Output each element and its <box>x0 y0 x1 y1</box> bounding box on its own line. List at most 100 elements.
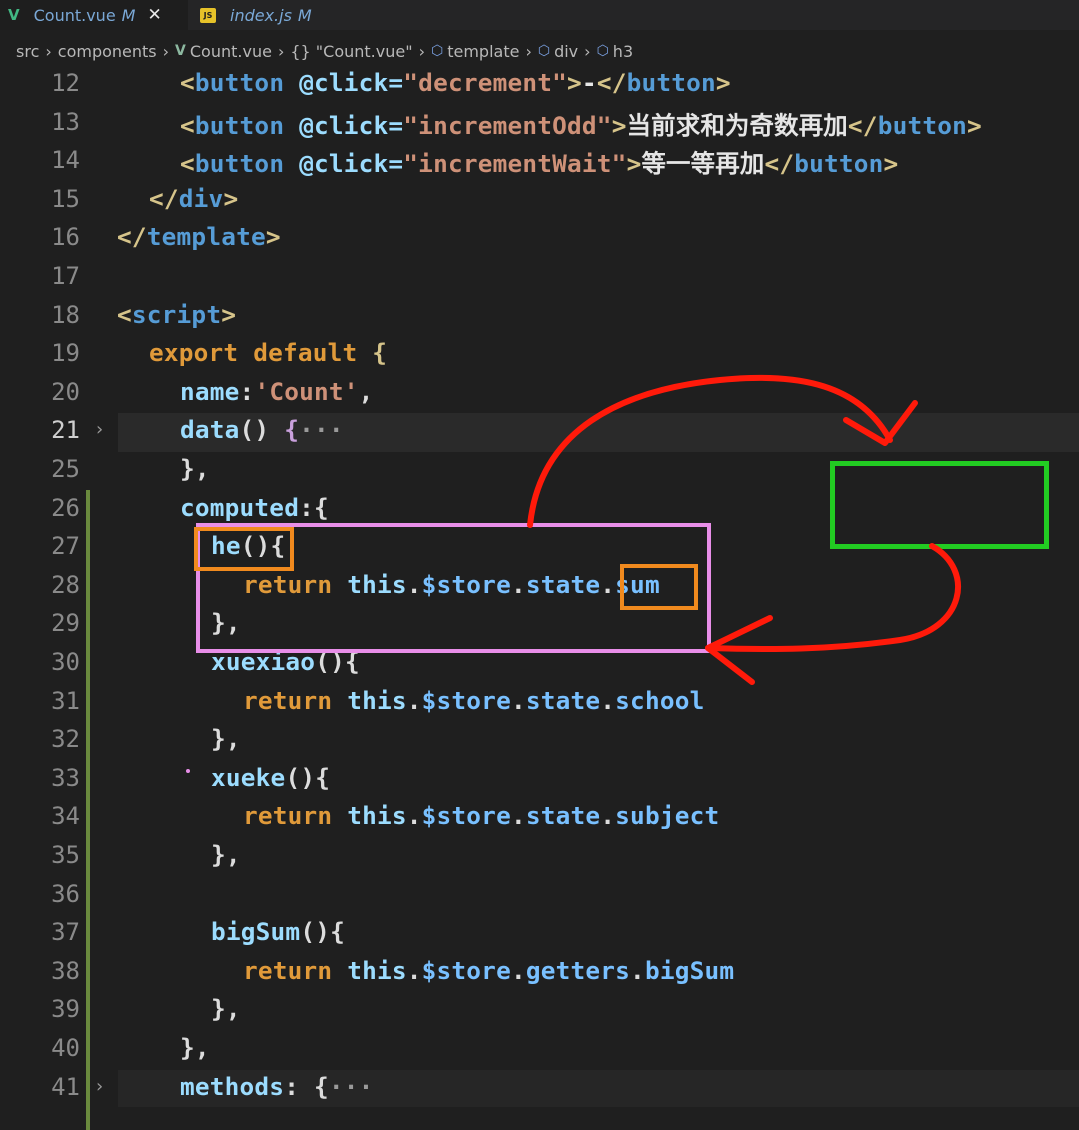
line-number: 15 <box>51 184 80 213</box>
line-text: methods: {··· <box>180 1071 374 1101</box>
line-number: 41 <box>51 1072 80 1101</box>
code-line: 31 return this.$store.state.school <box>0 684 1079 723</box>
line-text: }, <box>211 994 241 1024</box>
code-line: 16 </template> <box>0 220 1079 259</box>
modified-badge: M <box>121 5 136 25</box>
folded-ellipsis: ··· <box>299 415 344 445</box>
tab-index-js[interactable]: JS index.js M <box>188 0 338 30</box>
tab-label: index.js <box>230 5 292 25</box>
line-number: 26 <box>51 493 80 522</box>
line-text: data() {··· <box>180 415 344 445</box>
code-line: 41 › methods: {··· <box>0 1069 1079 1107</box>
code-line: 39 }, <box>0 992 1079 1031</box>
line-text: export default { <box>149 338 388 368</box>
line-text: xueke(){ <box>211 762 331 792</box>
code-line: 33 xueke(){ <box>0 761 1079 800</box>
green-highlight-box <box>830 461 1049 549</box>
line-number: 32 <box>51 725 80 754</box>
code-line: 35 }, <box>0 838 1079 877</box>
line-text: }, <box>180 1033 210 1062</box>
line-text: </div> <box>149 183 239 213</box>
line-text: return this.$store.state.subject <box>243 801 720 831</box>
line-number: 21 <box>51 416 80 445</box>
code-line: 32 }, <box>0 722 1079 761</box>
breadcrumb-item-components[interactable]: components <box>58 42 157 61</box>
element-cube-icon: ⬡ <box>537 43 551 59</box>
line-text: <button @click="incrementWait">等一等再加</bu… <box>180 149 899 179</box>
code-line: 38 return this.$store.getters.bigSum <box>0 954 1079 993</box>
line-number: 38 <box>51 956 80 985</box>
line-text: <button @click="decrement">-</button> <box>180 68 731 97</box>
line-number: 19 <box>51 339 80 368</box>
breadcrumb-item-src[interactable]: src <box>16 42 39 61</box>
line-text: computed:{ <box>180 492 329 522</box>
code-line: 17 <box>0 259 1079 298</box>
line-text: }, <box>211 840 241 869</box>
code-line: 15 </div> <box>0 182 1079 221</box>
fold-chevron-icon[interactable]: › <box>94 1076 105 1097</box>
chevron-right-icon: › <box>418 41 425 61</box>
code-line: 37 bigSum(){ <box>0 915 1079 954</box>
line-text: }, <box>180 454 210 483</box>
code-line: 18 <script> <box>0 298 1079 337</box>
line-text: <button @click="incrementOdd">当前求和为奇数再加<… <box>180 110 982 140</box>
line-number: 31 <box>51 686 80 715</box>
line-number: 29 <box>51 609 80 638</box>
editor-tab-bar: V Count.vue M ✕ JS index.js M <box>0 0 1079 30</box>
line-number: 39 <box>51 995 80 1024</box>
chevron-right-icon: › <box>162 41 170 61</box>
close-icon[interactable]: ✕ <box>147 5 161 25</box>
line-number: 13 <box>51 107 80 136</box>
line-text: name:'Count', <box>180 376 374 406</box>
line-number: 16 <box>51 223 80 252</box>
orange-highlight-box-sum <box>620 564 698 610</box>
code-line: 13 <button @click="incrementOdd">当前求和为奇数… <box>0 105 1079 144</box>
line-number: 25 <box>51 455 80 483</box>
element-cube-icon: ⬡ <box>596 43 609 59</box>
breadcrumb-item-h3[interactable]: h3 <box>613 42 633 61</box>
line-text: </template> <box>117 222 281 252</box>
line-number: 33 <box>51 763 80 792</box>
line-number: 40 <box>51 1034 80 1062</box>
line-number: 12 <box>51 69 80 97</box>
vue-file-icon: V <box>175 43 186 59</box>
cursor-dot <box>186 768 190 773</box>
js-file-icon: JS <box>200 7 216 23</box>
chevron-right-icon: › <box>584 41 591 61</box>
line-number: 20 <box>51 377 80 406</box>
breadcrumb-item-module[interactable]: {} "Count.vue" <box>290 42 412 61</box>
orange-highlight-box-he <box>194 527 294 571</box>
line-number: 28 <box>51 570 80 599</box>
breadcrumb-item-div[interactable]: div <box>554 42 578 61</box>
code-line: 34 return this.$store.state.subject <box>0 799 1079 838</box>
code-line: 20 name:'Count', <box>0 375 1079 414</box>
code-line-current: 21 › data() {··· <box>0 413 1079 452</box>
line-number: 27 <box>51 532 80 561</box>
tab-label: Count.vue <box>33 5 116 25</box>
chevron-right-icon: › <box>525 41 532 61</box>
breadcrumb-item-file[interactable]: Count.vue <box>190 42 272 61</box>
fold-chevron-icon[interactable]: › <box>94 419 105 440</box>
code-line: 36 <box>0 877 1079 916</box>
tab-count-vue[interactable]: V Count.vue M ✕ <box>0 0 188 30</box>
chevron-right-icon: › <box>45 41 52 61</box>
line-number: 14 <box>51 146 80 175</box>
line-text: bigSum(){ <box>211 917 345 947</box>
modified-badge: M <box>297 5 312 25</box>
breadcrumb: src › components › V Count.vue › {} "Cou… <box>0 36 1079 66</box>
breadcrumb-item-template[interactable]: template <box>447 42 519 61</box>
code-line: 40 }, <box>0 1031 1079 1070</box>
element-cube-icon: ⬡ <box>430 43 444 59</box>
chevron-right-icon: › <box>277 41 285 61</box>
line-text: return this.$store.getters.bigSum <box>243 955 735 985</box>
line-number: 17 <box>51 262 80 290</box>
line-text: }, <box>211 724 241 754</box>
line-text: return this.$store.state.school <box>243 685 705 715</box>
line-number: 18 <box>51 300 80 329</box>
line-number: 37 <box>51 918 80 947</box>
code-line: 19 export default { <box>0 336 1079 375</box>
line-number: 36 <box>51 879 80 908</box>
folded-ellipsis: ··· <box>328 1071 374 1101</box>
code-line: 14 <button @click="incrementWait">等一等再加<… <box>0 143 1079 182</box>
line-text: <script> <box>117 299 237 329</box>
